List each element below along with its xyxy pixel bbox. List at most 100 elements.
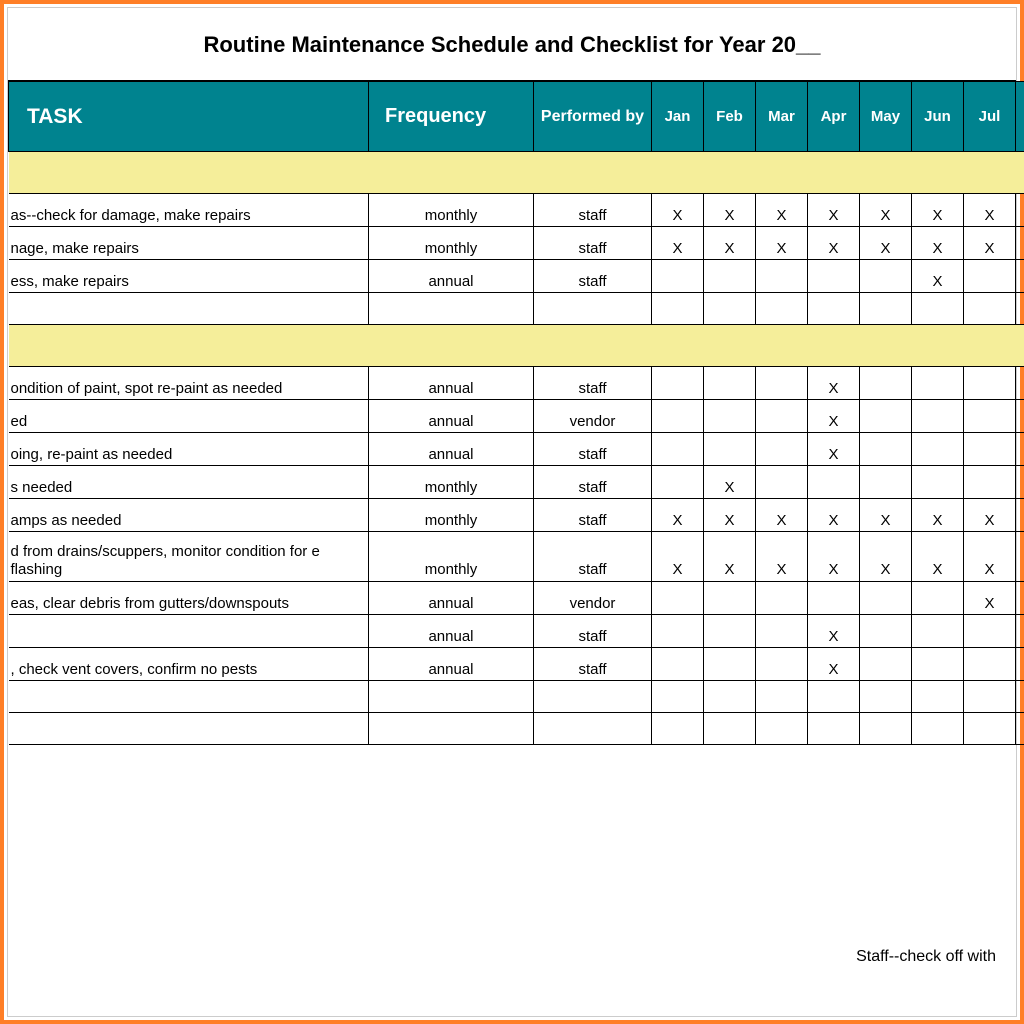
- month-cell: X: [912, 194, 964, 227]
- empty-cell: [369, 681, 534, 713]
- empty-cell: [534, 681, 652, 713]
- empty-cell: [756, 681, 808, 713]
- month-cell: X: [964, 194, 1016, 227]
- col-extra: [1016, 82, 1024, 152]
- month-cell: X: [808, 367, 860, 400]
- month-cell: [1016, 400, 1024, 433]
- month-cell: [756, 648, 808, 681]
- month-cell: [652, 648, 704, 681]
- section-divider: [9, 325, 1024, 367]
- section-divider: [9, 152, 1024, 194]
- month-cell: [808, 466, 860, 499]
- month-cell: [756, 367, 808, 400]
- month-cell: X: [860, 532, 912, 582]
- month-cell: X: [964, 499, 1016, 532]
- month-cell: X: [808, 499, 860, 532]
- empty-cell: [808, 681, 860, 713]
- month-cell: [652, 466, 704, 499]
- empty-cell: [964, 681, 1016, 713]
- task-cell: , check vent covers, confirm no pests: [9, 648, 369, 681]
- month-cell: [964, 648, 1016, 681]
- col-jun: Jun: [912, 82, 964, 152]
- empty-cell: [756, 293, 808, 325]
- month-cell: [756, 466, 808, 499]
- table-row: nage, make repairsmonthlystaffXXXXXXX: [9, 227, 1024, 260]
- frequency-cell: annual: [369, 582, 534, 615]
- empty-row: [9, 713, 1024, 745]
- month-cell: [1016, 615, 1024, 648]
- empty-cell: [704, 293, 756, 325]
- month-cell: [860, 367, 912, 400]
- month-cell: [912, 648, 964, 681]
- month-cell: X: [652, 227, 704, 260]
- task-cell: as--check for damage, make repairs: [9, 194, 369, 227]
- empty-row: [9, 293, 1024, 325]
- table-row: ess, make repairsannualstaffX: [9, 260, 1024, 293]
- performed-by-cell: staff: [534, 532, 652, 582]
- maintenance-table: TASK Frequency Performed by Jan Feb Mar …: [8, 81, 1024, 745]
- table-row: amps as neededmonthlystaffXXXXXXX: [9, 499, 1024, 532]
- month-cell: X: [704, 194, 756, 227]
- empty-cell: [808, 713, 860, 745]
- month-cell: [912, 400, 964, 433]
- month-cell: [1016, 433, 1024, 466]
- month-cell: [860, 400, 912, 433]
- col-feb: Feb: [704, 82, 756, 152]
- month-cell: [1016, 260, 1024, 293]
- performed-by-cell: staff: [534, 466, 652, 499]
- month-cell: [1016, 499, 1024, 532]
- col-performed-by: Performed by: [534, 82, 652, 152]
- month-cell: [1016, 532, 1024, 582]
- performed-by-cell: staff: [534, 194, 652, 227]
- month-cell: X: [704, 499, 756, 532]
- frequency-cell: annual: [369, 433, 534, 466]
- empty-cell: [1016, 713, 1024, 745]
- month-cell: [652, 367, 704, 400]
- month-cell: [1016, 582, 1024, 615]
- empty-cell: [652, 681, 704, 713]
- empty-cell: [1016, 681, 1024, 713]
- month-cell: X: [808, 227, 860, 260]
- month-cell: X: [912, 532, 964, 582]
- month-cell: [756, 433, 808, 466]
- month-cell: X: [964, 227, 1016, 260]
- month-cell: [964, 615, 1016, 648]
- empty-cell: [912, 681, 964, 713]
- empty-cell: [912, 713, 964, 745]
- month-cell: [756, 582, 808, 615]
- frequency-cell: annual: [369, 615, 534, 648]
- table-row: edannualvendorX: [9, 400, 1024, 433]
- empty-cell: [534, 713, 652, 745]
- month-cell: [912, 433, 964, 466]
- performed-by-cell: staff: [534, 227, 652, 260]
- task-cell: ondition of paint, spot re-paint as need…: [9, 367, 369, 400]
- empty-row: [9, 681, 1024, 713]
- empty-cell: [964, 293, 1016, 325]
- footer-note: Staff--check off with: [856, 948, 996, 966]
- month-cell: [964, 260, 1016, 293]
- month-cell: [704, 582, 756, 615]
- month-cell: [912, 615, 964, 648]
- month-cell: X: [912, 227, 964, 260]
- empty-cell: [369, 293, 534, 325]
- empty-cell: [652, 293, 704, 325]
- month-cell: [912, 582, 964, 615]
- empty-cell: [9, 681, 369, 713]
- task-cell: eas, clear debris from gutters/downspout…: [9, 582, 369, 615]
- month-cell: [964, 466, 1016, 499]
- month-cell: X: [860, 499, 912, 532]
- month-cell: [756, 615, 808, 648]
- month-cell: [704, 260, 756, 293]
- performed-by-cell: staff: [534, 367, 652, 400]
- month-cell: [652, 400, 704, 433]
- table-row: , check vent covers, confirm no pestsann…: [9, 648, 1024, 681]
- month-cell: [704, 400, 756, 433]
- month-cell: X: [756, 532, 808, 582]
- month-cell: [964, 367, 1016, 400]
- month-cell: [860, 582, 912, 615]
- month-cell: X: [964, 582, 1016, 615]
- empty-cell: [860, 713, 912, 745]
- task-cell: s needed: [9, 466, 369, 499]
- performed-by-cell: staff: [534, 648, 652, 681]
- frequency-cell: monthly: [369, 227, 534, 260]
